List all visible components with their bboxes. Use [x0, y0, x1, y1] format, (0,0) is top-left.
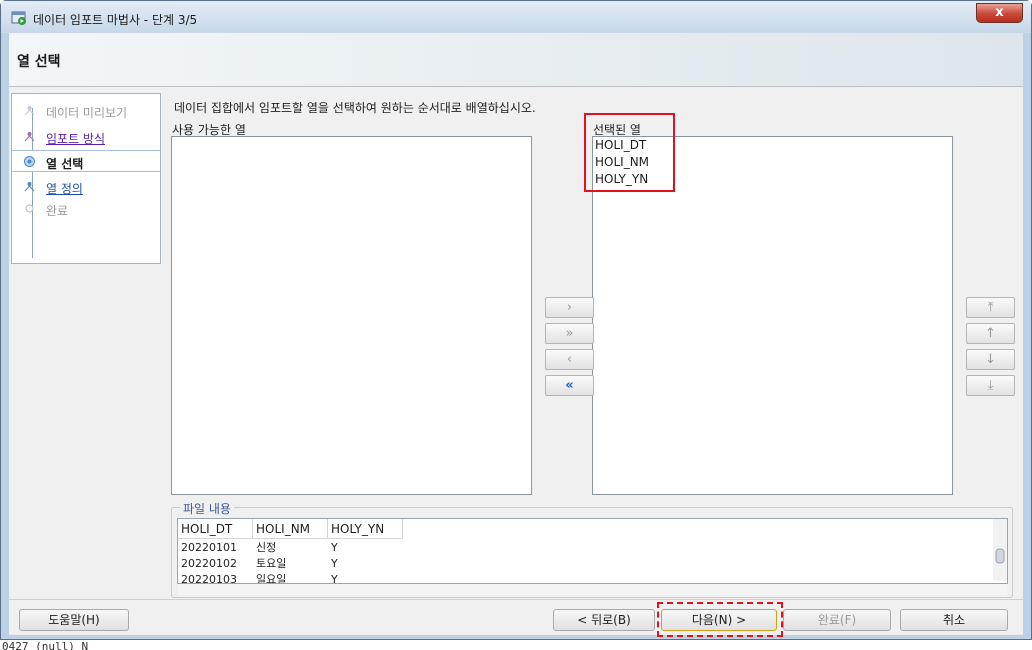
move-right-button[interactable]: ›: [545, 297, 594, 318]
step-person-icon: [24, 182, 35, 192]
step-label: 열 정의: [46, 182, 83, 196]
move-bottom-button[interactable]: ⤓: [966, 375, 1015, 396]
step-item-column-define[interactable]: 열 정의: [12, 176, 160, 198]
column-header: HOLY_YN: [328, 519, 403, 539]
file-content-table[interactable]: HOLI_DT HOLI_NM HOLY_YN 20220101 신정 Y 20…: [177, 518, 1008, 584]
step-circle-icon: [25, 204, 34, 213]
vertical-scrollbar[interactable]: [993, 519, 1007, 581]
cancel-button[interactable]: 취소: [900, 609, 1008, 631]
next-button-highlight: [657, 602, 783, 637]
move-down-icon: ↓: [985, 352, 996, 367]
move-all-left-icon: «: [565, 378, 574, 393]
instruction-text: 데이터 집합에서 임포트할 열을 선택하여 원하는 순서대로 배열하십시오.: [174, 101, 536, 115]
column-selection-panel: 데이터 집합에서 임포트할 열을 선택하여 원하는 순서대로 배열하십시오. 사…: [165, 93, 1015, 599]
wizard-window: 데이터 임포트 마법사 - 단계 3/5 x 열 선택 데이터 미리보기 임포트…: [0, 0, 1032, 640]
step-label: 데이터 미리보기: [46, 106, 128, 120]
table-cell: Y: [331, 541, 338, 554]
move-top-icon: ⤒: [987, 300, 994, 315]
step-current-icon: [24, 156, 35, 167]
table-cell: 일요일: [256, 573, 287, 584]
table-cell: Y: [331, 557, 338, 570]
step-label: 열 선택: [46, 157, 84, 171]
file-content-group: 파일 내용 HOLI_DT HOLI_NM HOLY_YN 20220101 신…: [171, 500, 1013, 598]
move-down-button[interactable]: ↓: [966, 349, 1015, 370]
help-button[interactable]: 도움말(H): [19, 609, 129, 631]
move-all-right-button[interactable]: »: [545, 323, 594, 344]
table-cell: 신정: [256, 541, 277, 554]
close-button[interactable]: x: [976, 3, 1023, 23]
horizontal-scrollbar[interactable]: [178, 584, 1007, 595]
window-title: 데이터 임포트 마법사 - 단계 3/5: [33, 13, 198, 27]
step-label: 임포트 방식: [46, 132, 106, 146]
back-button[interactable]: < 뒤로(B): [553, 609, 655, 631]
move-right-icon: ›: [566, 300, 573, 315]
wizard-body: 열 선택 데이터 미리보기 임포트 방식 열 선택 열 정의 완료 데이터 집합…: [9, 33, 1023, 637]
column-header: HOLI_NM: [253, 519, 328, 539]
step-item-finish: 완료: [12, 198, 160, 220]
background-text: 0427 (null) N: [2, 640, 89, 650]
move-up-icon: ↑: [985, 326, 996, 341]
step-person-icon: [24, 132, 35, 142]
move-all-right-icon: »: [565, 326, 574, 341]
table-cell: 토요일: [256, 557, 287, 570]
step-item-import-method[interactable]: 임포트 방식: [12, 126, 160, 148]
step-navigator: 데이터 미리보기 임포트 방식 열 선택 열 정의 완료: [11, 93, 161, 264]
move-up-button[interactable]: ↑: [966, 323, 1015, 344]
page-title: 열 선택: [17, 54, 61, 70]
move-bottom-icon: ⤓: [987, 378, 994, 393]
move-left-icon: ‹: [566, 352, 573, 367]
wizard-app-icon: [11, 11, 26, 25]
table-cell: 20220103: [181, 573, 237, 584]
available-columns-list[interactable]: [171, 136, 532, 495]
move-left-button[interactable]: ‹: [545, 349, 594, 370]
step-person-icon: [24, 106, 35, 116]
table-cell: Y: [331, 573, 338, 584]
finish-button[interactable]: 완료(F): [783, 609, 891, 631]
selected-columns-highlight: [584, 113, 675, 192]
table-cell: 20220101: [181, 541, 237, 554]
title-bar: 데이터 임포트 마법사 - 단계 3/5 x: [1, 1, 1031, 33]
step-label: 완료: [46, 204, 69, 218]
move-top-button[interactable]: ⤒: [966, 297, 1015, 318]
table-cell: 20220102: [181, 557, 237, 570]
scroll-thumb-icon: [995, 548, 1005, 564]
column-header: HOLI_DT: [178, 519, 253, 539]
file-content-legend: 파일 내용: [180, 500, 234, 517]
step-item-column-select: 열 선택: [12, 150, 160, 172]
step-item-preview: 데이터 미리보기: [12, 100, 160, 122]
move-all-left-button[interactable]: «: [545, 375, 594, 396]
button-bar-divider: [9, 599, 1023, 600]
step-banner: 열 선택: [9, 33, 1023, 87]
